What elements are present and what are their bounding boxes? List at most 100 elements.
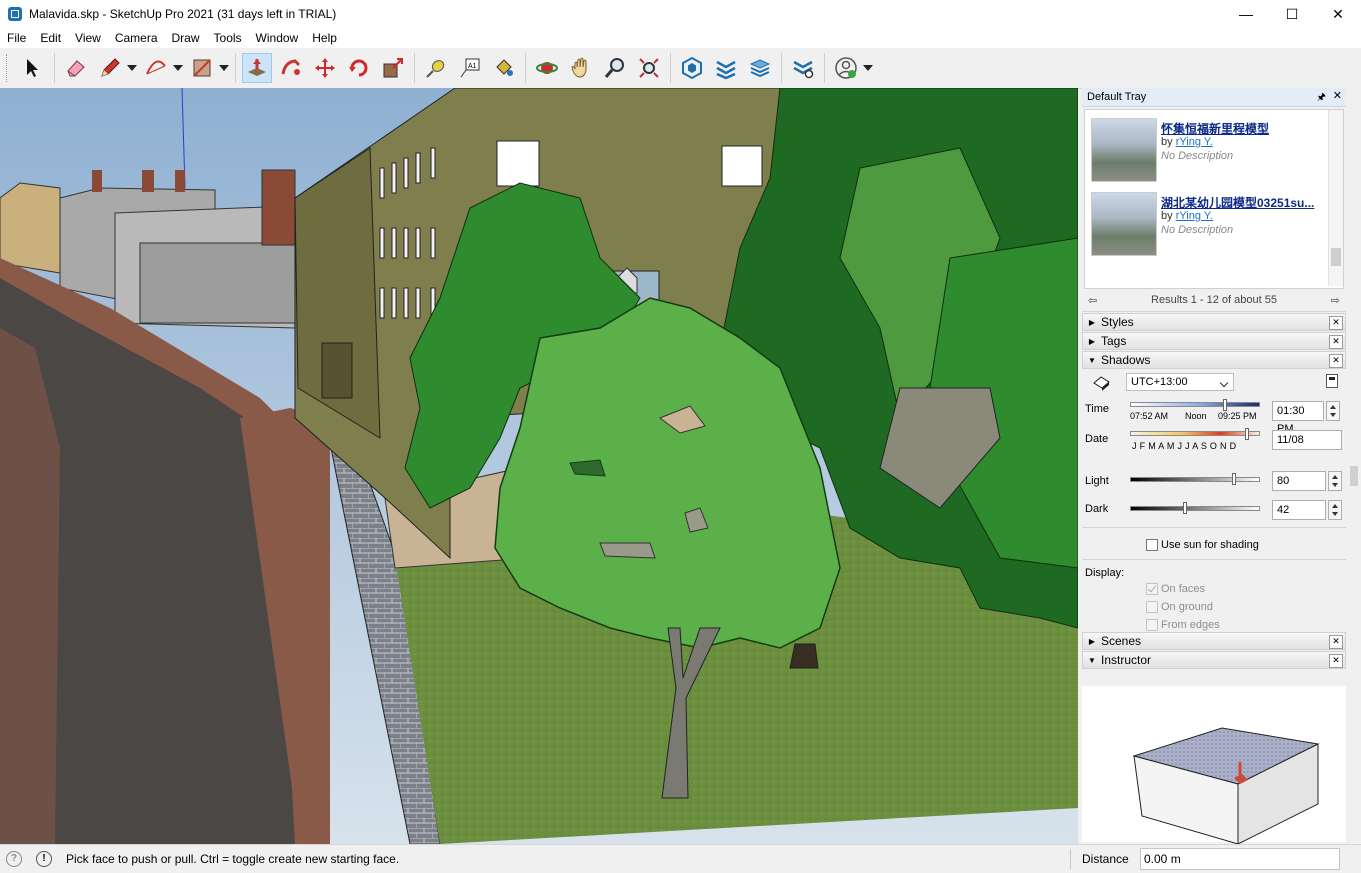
menu-view[interactable]: View [68, 28, 108, 48]
tape-measure-tool-button[interactable] [421, 53, 451, 83]
distance-input[interactable]: 0.00 m [1140, 848, 1340, 870]
months-label: J F M A M J J A S O N D [1132, 441, 1237, 451]
arc-tool-button[interactable] [141, 53, 171, 83]
shape-tool-dropdown[interactable] [219, 53, 229, 83]
rotate-tool-button[interactable] [344, 53, 374, 83]
close-window-button[interactable]: ✕ [1315, 0, 1361, 28]
extension-manager-button[interactable] [788, 53, 818, 83]
panel-close-icon[interactable]: ✕ [1329, 654, 1343, 668]
time-slider-knob[interactable] [1222, 399, 1227, 411]
zoom-tool-button[interactable] [600, 53, 630, 83]
panel-styles-header[interactable]: ▶ Styles ✕ [1082, 313, 1346, 331]
model-name-link[interactable]: 怀集恒福新里程模型 [1161, 120, 1269, 137]
pan-tool-button[interactable] [566, 53, 596, 83]
toolbar-grip[interactable] [6, 54, 10, 82]
model-thumbnail[interactable] [1091, 192, 1157, 256]
eraser-tool-button[interactable] [61, 53, 91, 83]
tray-close-icon[interactable]: ✕ [1333, 89, 1342, 102]
model-viewport[interactable] [0, 88, 1078, 844]
follow-me-tool-button[interactable] [276, 53, 306, 83]
panel-close-icon[interactable]: ✕ [1329, 354, 1343, 368]
light-slider[interactable] [1130, 477, 1260, 482]
line-tool-dropdown[interactable] [127, 53, 137, 83]
list-item[interactable]: 怀集恒福新里程模型 by rYing Y. No Description [1091, 118, 1331, 184]
zoom-extents-icon [639, 58, 659, 78]
prev-page-icon[interactable]: ⇦ [1088, 294, 1097, 307]
author-link[interactable]: rYing Y. [1176, 136, 1213, 148]
menu-camera[interactable]: Camera [108, 28, 165, 48]
expand-arrow-icon: ▶ [1088, 636, 1096, 646]
panel-scenes-header[interactable]: ▶ Scenes ✕ [1082, 632, 1346, 650]
panel-close-icon[interactable]: ✕ [1329, 335, 1343, 349]
results-pager: ⇦ Results 1 - 12 of about 55 ⇨ [1082, 289, 1346, 312]
minimize-button[interactable]: — [1223, 0, 1269, 28]
list-item[interactable]: 湖北某幼儿园模型03251su... by rYing Y. No Descri… [1091, 192, 1331, 258]
use-sun-checkbox[interactable] [1146, 539, 1158, 551]
geo-location-icon[interactable]: ? [6, 851, 22, 867]
zoom-extents-tool-button[interactable] [634, 53, 664, 83]
dark-spinner[interactable] [1328, 500, 1342, 520]
panel-tags-header[interactable]: ▶ Tags ✕ [1082, 332, 1346, 350]
light-input[interactable]: 80 [1272, 471, 1326, 491]
push-pull-icon [248, 59, 266, 76]
shadow-toggle-icon[interactable] [1092, 375, 1112, 394]
account-button[interactable] [831, 53, 861, 83]
results-scrollbar[interactable] [1328, 110, 1343, 286]
light-spinner[interactable] [1328, 471, 1342, 491]
model-name-link[interactable]: 湖北某幼儿园模型03251su... [1161, 194, 1314, 211]
3d-warehouse-button[interactable] [677, 53, 707, 83]
status-hint: Pick face to push or pull. Ctrl = toggle… [66, 852, 400, 866]
model-thumbnail[interactable] [1091, 118, 1157, 182]
timezone-select[interactable]: UTC+13:00 [1126, 373, 1234, 391]
arc-tool-dropdown[interactable] [173, 53, 183, 83]
light-slider-knob[interactable] [1232, 473, 1236, 485]
from-edges-checkbox[interactable] [1146, 619, 1158, 631]
line-tool-button[interactable] [95, 53, 125, 83]
orbit-tool-button[interactable] [532, 53, 562, 83]
menu-draw[interactable]: Draw [165, 28, 207, 48]
on-ground-checkbox[interactable] [1146, 601, 1158, 613]
time-noon-label: Noon [1185, 411, 1207, 421]
next-page-icon[interactable]: ⇨ [1331, 294, 1340, 307]
date-input[interactable]: 11/08 [1272, 430, 1342, 450]
time-slider[interactable] [1130, 402, 1260, 407]
menu-window[interactable]: Window [249, 28, 306, 48]
text-tool-button[interactable]: A1 [455, 53, 485, 83]
model-description: No Description [1161, 150, 1234, 162]
push-pull-tool-button[interactable] [242, 53, 272, 83]
shape-tool-button[interactable] [187, 53, 217, 83]
magnifier-icon [604, 58, 624, 78]
dark-slider-knob[interactable] [1182, 502, 1187, 514]
scale-tool-button[interactable] [378, 53, 408, 83]
menu-edit[interactable]: Edit [33, 28, 68, 48]
date-slider[interactable] [1130, 431, 1260, 436]
select-tool-button[interactable] [18, 53, 48, 83]
time-spinner[interactable] [1326, 401, 1340, 421]
move-tool-button[interactable] [310, 53, 340, 83]
time-input[interactable]: 01:30 PM [1272, 401, 1324, 435]
account-dropdown[interactable] [863, 53, 873, 83]
info-icon[interactable]: ! [36, 851, 52, 867]
pin-icon[interactable]: 🖈 [1317, 90, 1326, 107]
maximize-button[interactable]: ☐ [1269, 0, 1315, 28]
window-scrollbar[interactable] [1347, 88, 1361, 844]
extension-manager-icon [793, 60, 814, 79]
panel-shadows-header[interactable]: ▼ Shadows ✕ [1082, 351, 1346, 369]
layout-button[interactable] [745, 53, 775, 83]
dark-slider[interactable] [1130, 506, 1260, 511]
dark-input[interactable]: 42 [1272, 500, 1326, 520]
panel-title: Instructor [1101, 653, 1152, 667]
menu-tools[interactable]: Tools [207, 28, 249, 48]
paint-bucket-tool-button[interactable] [489, 53, 519, 83]
extension-warehouse-button[interactable] [711, 53, 741, 83]
menu-help[interactable]: Help [305, 28, 344, 48]
panel-close-icon[interactable]: ✕ [1329, 316, 1343, 330]
display-label: Display: [1085, 567, 1125, 579]
details-toggle-icon[interactable] [1326, 374, 1338, 388]
date-slider-knob[interactable] [1245, 428, 1249, 440]
menu-file[interactable]: File [0, 28, 33, 48]
panel-instructor-header[interactable]: ▼ Instructor ✕ [1082, 651, 1346, 669]
on-faces-checkbox[interactable] [1146, 583, 1158, 595]
author-link[interactable]: rYing Y. [1176, 210, 1213, 222]
panel-close-icon[interactable]: ✕ [1329, 635, 1343, 649]
